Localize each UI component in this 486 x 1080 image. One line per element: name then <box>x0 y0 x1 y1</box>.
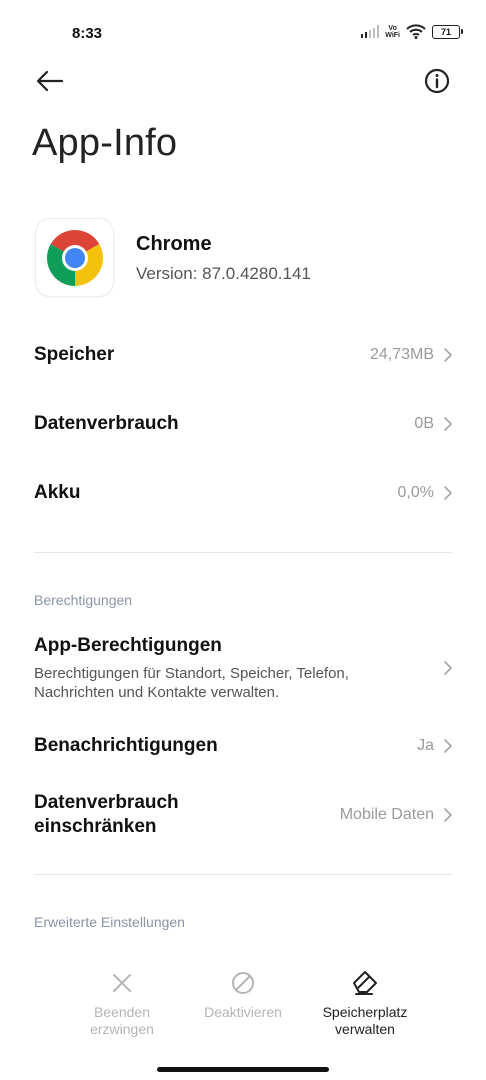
chevron-right-icon <box>444 661 452 675</box>
manage-storage-label: Speicherplatz verwalten <box>323 1004 408 1038</box>
app-permissions-description-line1: Berechtigungen für Standort, Speicher, T… <box>34 665 349 682</box>
notifications-value: Ja <box>417 737 434 754</box>
chevron-right-icon <box>444 486 452 500</box>
divider <box>34 552 452 553</box>
eraser-icon <box>353 971 377 995</box>
chevron-right-icon <box>444 739 452 753</box>
page-title: App-Info <box>32 122 178 164</box>
info-button[interactable] <box>422 66 452 96</box>
manage-storage-label-line2: verwalten <box>335 1021 395 1037</box>
divider <box>34 874 452 875</box>
disable-button[interactable]: Deaktivieren <box>195 968 291 1021</box>
battery-label: Akku <box>34 482 81 503</box>
data-usage-row[interactable]: Datenverbrauch 0B <box>34 410 454 438</box>
arrow-left-icon <box>36 70 64 92</box>
app-version: Version: 87.0.4280.141 <box>136 264 311 283</box>
app-name: Chrome <box>136 233 212 255</box>
app-permissions-label: App-Berechtigungen <box>34 635 222 656</box>
force-stop-label: Beenden erzwingen <box>90 1004 154 1038</box>
block-icon <box>232 972 254 994</box>
battery-icon: 71 <box>432 24 463 39</box>
advanced-section-header: Erweiterte Einstellungen <box>34 914 185 930</box>
cell-signal-icon <box>360 25 380 38</box>
data-usage-value: 0B <box>414 415 434 432</box>
storage-label: Speicher <box>34 344 115 365</box>
chevron-right-icon <box>444 348 452 362</box>
vowifi-top-label: Vo <box>388 24 397 32</box>
battery-value: 0,0% <box>397 484 434 501</box>
status-bar: 8:33 Vo WiFi 71 <box>0 0 486 66</box>
close-x-icon <box>113 974 131 992</box>
storage-value: 24,73MB <box>369 346 434 363</box>
status-time: 8:33 <box>72 25 103 42</box>
vowifi-bottom-label: WiFi <box>385 31 400 39</box>
restrict-data-label-line2: einschränken <box>34 816 157 837</box>
app-permissions-row[interactable]: App-Berechtigungen Berechtigungen für St… <box>34 633 454 703</box>
disable-label: Deaktivieren <box>204 1004 282 1020</box>
vowifi-icon: Vo WiFi <box>385 25 400 39</box>
back-button[interactable] <box>30 64 70 98</box>
data-usage-label: Datenverbrauch <box>34 413 179 434</box>
battery-row[interactable]: Akku 0,0% <box>34 479 454 507</box>
notifications-row[interactable]: Benachrichtigungen Ja <box>34 732 454 760</box>
app-permissions-description: Berechtigungen für Standort, Speicher, T… <box>34 664 349 702</box>
wifi-icon <box>406 24 426 39</box>
app-permissions-description-line2: Nachrichten und Kontakte verwalten. <box>34 684 280 701</box>
restrict-data-value: Mobile Daten <box>339 806 434 823</box>
bottom-action-bar: Beenden erzwingen Deaktivieren Speicherp… <box>0 968 486 1048</box>
chevron-right-icon <box>444 417 452 431</box>
force-stop-label-line2: erzwingen <box>90 1021 154 1037</box>
restrict-data-label-line1: Datenverbrauch <box>34 792 179 813</box>
chrome-logo-icon <box>46 229 103 286</box>
force-stop-label-line1: Beenden <box>93 1004 151 1020</box>
chevron-right-icon <box>444 808 452 822</box>
status-icons: Vo WiFi 71 <box>360 24 463 39</box>
force-stop-button[interactable]: Beenden erzwingen <box>76 968 168 1038</box>
storage-row[interactable]: Speicher 24,73MB <box>34 341 454 369</box>
restrict-data-label: Datenverbrauch einschränken <box>34 791 179 839</box>
battery-level: 71 <box>440 26 451 37</box>
info-circle-icon <box>424 68 450 94</box>
notifications-label: Benachrichtigungen <box>34 735 218 756</box>
restrict-data-row[interactable]: Datenverbrauch einschränken Mobile Daten <box>34 790 454 840</box>
home-indicator[interactable] <box>157 1067 329 1072</box>
manage-storage-button[interactable]: Speicherplatz verwalten <box>310 968 420 1038</box>
permissions-section-header: Berechtigungen <box>34 592 133 608</box>
chrome-app-icon <box>36 219 113 296</box>
manage-storage-label-line1: Speicherplatz <box>322 1004 408 1020</box>
